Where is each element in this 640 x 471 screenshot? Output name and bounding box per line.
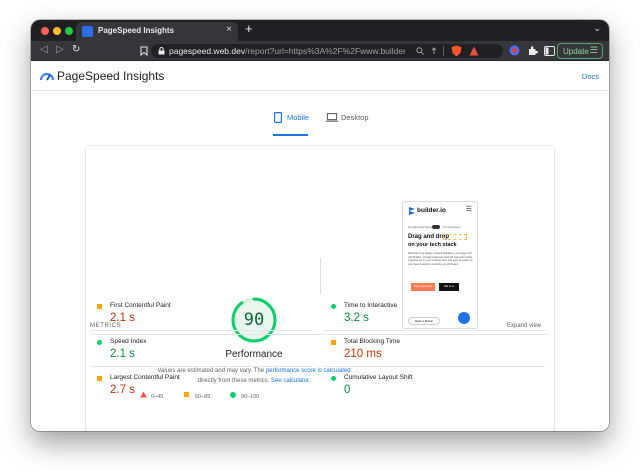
brand-title[interactable]: PageSpeed Insights [57, 69, 164, 83]
zoom-window-button[interactable] [65, 27, 73, 35]
average-square-icon [97, 304, 102, 309]
preview-badge: Made in Builder [408, 317, 440, 325]
lock-icon [158, 47, 165, 55]
share-icon[interactable] [430, 47, 438, 55]
pass-circle-icon [331, 304, 336, 309]
page-content: PageSpeed Insights Docs Mobile Desktop 9… [31, 61, 609, 431]
sidebar-icon[interactable] [544, 46, 555, 56]
preview-logo-text: builder.io [417, 207, 446, 214]
tab-mobile[interactable]: Mobile [287, 113, 309, 122]
site-header: PageSpeed Insights Docs [31, 61, 609, 91]
address-bar[interactable]: pagespeed.web.dev/report?url=https%3A%2F… [151, 44, 503, 58]
metric-value: 210 ms [344, 348, 382, 360]
metric-row-divider [90, 366, 312, 367]
section-divider [320, 258, 321, 294]
profile-icon[interactable] [509, 45, 520, 56]
preview-toggle [432, 225, 440, 229]
minimize-window-button[interactable] [53, 27, 61, 35]
tab-search-button[interactable]: ⌄ [593, 23, 601, 34]
see-calculator-link[interactable]: See calculator. [271, 378, 310, 384]
extensions-icon[interactable] [527, 45, 538, 56]
metric-value: 2.7 s [110, 384, 135, 396]
preview-cta-secondary: Talk to us [439, 283, 459, 291]
average-square-icon [331, 340, 336, 345]
forward-icon[interactable]: ▷ [56, 44, 64, 55]
browser-toolbar: ◁ ▷ ↻ pagespeed.web.dev/report?url=https… [31, 41, 609, 61]
pagespeed-logo-icon[interactable] [40, 69, 54, 83]
metric-name: Speed Index [110, 338, 147, 345]
brave-rewards-icon[interactable] [469, 46, 479, 56]
zoom-icon[interactable] [416, 47, 424, 55]
docs-link[interactable]: Docs [582, 72, 599, 81]
preview-body: Eliminate long delays, missed deadlines,… [408, 252, 473, 266]
preview-menu-icon: ☰ [465, 206, 472, 213]
metric-row-divider [323, 366, 545, 367]
preview-chat-icon [458, 312, 470, 324]
browser-tab[interactable]: PageSpeed Insights × [76, 22, 238, 41]
preview-highlight [443, 234, 467, 240]
brave-shields-icon[interactable] [451, 45, 462, 57]
legend-average: 50–89 [195, 394, 211, 400]
metric-name: Time to Interactive [344, 302, 398, 309]
metric-row-divider [323, 330, 545, 331]
legend-fail: 0–49 [151, 394, 164, 400]
pass-circle-icon [230, 392, 236, 398]
tab-strip: PageSpeed Insights × + ⌄ [31, 20, 609, 41]
fail-triangle-icon [140, 391, 147, 398]
browser-window: PageSpeed Insights × + ⌄ ◁ ▷ ↻ pagespeed… [31, 20, 609, 431]
metric-name: Total Blocking Time [344, 338, 400, 345]
preview-cta-primary: Get a free demo [411, 283, 435, 291]
average-square-icon [184, 392, 189, 397]
update-button[interactable]: Update ☰ [557, 43, 603, 59]
builder-logo-icon [409, 207, 415, 215]
new-tab-button[interactable]: + [245, 21, 253, 36]
metric-name: First Contentful Paint [110, 302, 171, 309]
metric-value: 3.2 s [344, 312, 369, 324]
tab-title: PageSpeed Insights [98, 26, 175, 35]
pass-circle-icon [97, 340, 102, 345]
bookmark-icon[interactable] [140, 46, 148, 56]
mobile-icon [274, 112, 282, 123]
pagespeed-favicon-icon [82, 26, 93, 37]
metric-name: Cumulative Layout Shift [344, 374, 413, 381]
metric-value: 2.1 s [110, 348, 135, 360]
update-label: Update [563, 47, 589, 56]
expand-view-toggle[interactable]: Expand view [507, 323, 541, 329]
metric-row-divider [90, 330, 312, 331]
tab-close-icon[interactable]: × [226, 24, 232, 35]
desktop-icon [326, 113, 338, 122]
close-window-button[interactable] [41, 27, 49, 35]
metric-value: 2.1 s [110, 312, 135, 324]
pass-circle-icon [331, 376, 336, 381]
page-screenshot-preview: builder.io ☰ For Marketing Teams For Dev… [402, 201, 478, 329]
performance-score: 90 [243, 310, 265, 330]
tab-desktop[interactable]: Desktop [341, 113, 369, 122]
url-text: pagespeed.web.dev/report?url=https%3A%2F… [169, 46, 405, 56]
preview-toggle-right: For Developers [443, 226, 461, 229]
preview-headline-2: on your tech stack [408, 242, 457, 248]
metric-name: Largest Contentful Paint [110, 374, 180, 381]
metric-value: 0 [344, 384, 351, 396]
report-card: 90 Performance Values are estimated and … [86, 146, 554, 431]
menu-icon: ☰ [589, 45, 598, 55]
average-square-icon [97, 376, 102, 381]
reload-icon[interactable]: ↻ [72, 44, 80, 55]
score-note: Values are estimated and may vary. The p… [157, 368, 351, 384]
preview-toggle-left: For Marketing Teams [408, 226, 433, 229]
score-calculation-link[interactable]: performance score is calculated [266, 368, 351, 374]
metrics-divider [90, 334, 549, 335]
legend-pass: 90–100 [241, 394, 260, 400]
active-tab-indicator [273, 134, 308, 136]
back-icon[interactable]: ◁ [40, 44, 48, 55]
